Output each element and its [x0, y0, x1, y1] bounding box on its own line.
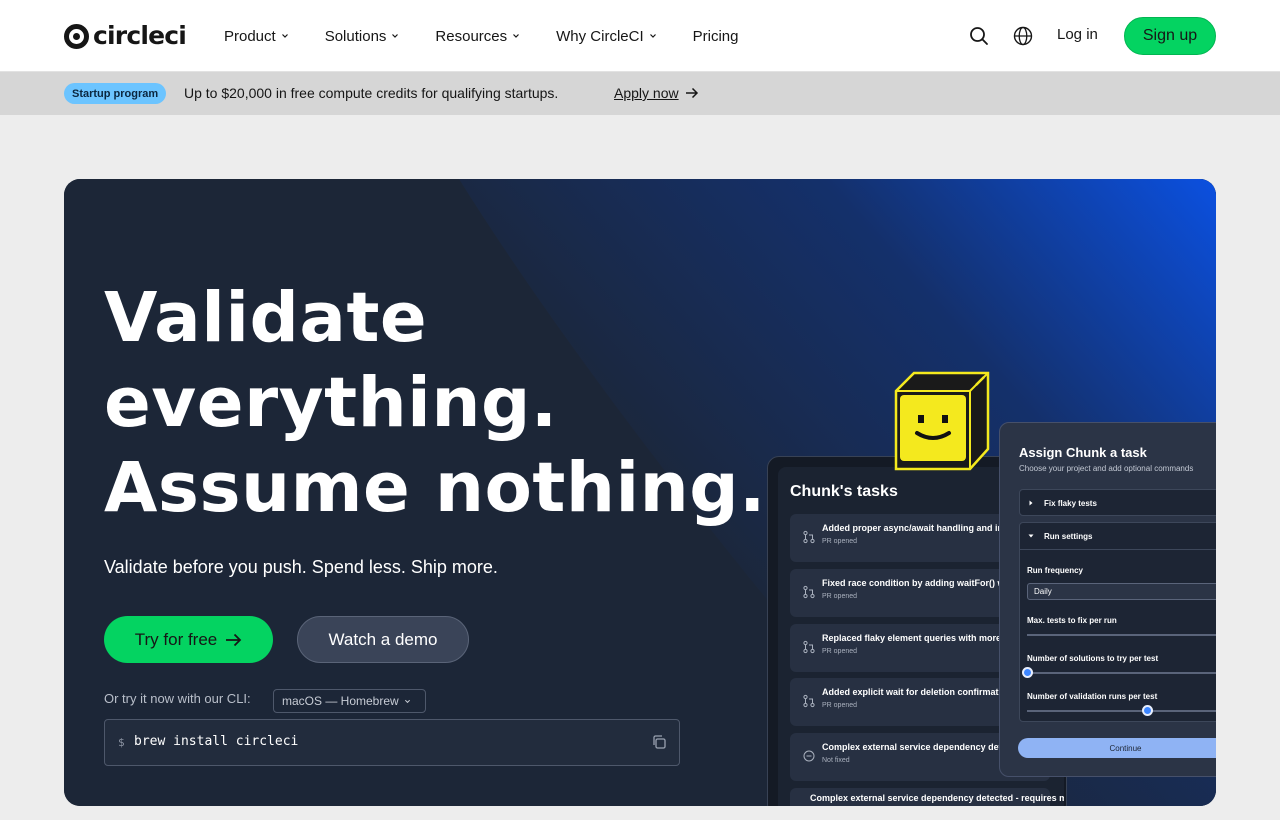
task-title: Complex external service dependency dete [822, 742, 1007, 752]
section-label: Fix flaky tests [1044, 499, 1097, 508]
caret-right-icon [1029, 500, 1033, 506]
headline-line: everything. [104, 363, 558, 443]
arrow-right-icon [685, 87, 698, 99]
cli-command-box: $ brew install circleci [104, 719, 680, 766]
hero-headline: Validate everything. Assume nothing. [104, 276, 766, 531]
search-icon[interactable] [968, 25, 990, 47]
task-title: Replaced flaky element queries with more… [822, 633, 1008, 643]
cli-platform-select[interactable]: macOS — Homebrew [273, 689, 426, 713]
continue-button[interactable]: Continue [1018, 738, 1216, 758]
menu-item-why-circleci[interactable]: Why CircleCI [556, 26, 657, 46]
hero-subheadline: Validate before you push. Spend less. Sh… [104, 557, 498, 577]
max-tests-slider[interactable] [1027, 634, 1216, 636]
pull-request-icon [803, 640, 815, 654]
chevron-down-icon [649, 34, 656, 38]
chevron-down-icon [404, 699, 410, 703]
validation-slider[interactable] [1027, 710, 1216, 712]
task-status: PR opened [822, 702, 858, 709]
globe-icon[interactable] [1012, 25, 1034, 47]
run-settings-divider [1020, 549, 1216, 550]
menu-item-label: Product [224, 27, 276, 45]
cli-platform-value: macOS — Homebrew [282, 694, 399, 708]
chevron-down-icon [392, 34, 399, 38]
banner-text: Up to $20,000 in free compute credits fo… [184, 85, 559, 101]
menu-item-label: Pricing [692, 27, 739, 45]
task-status: Not fixed [822, 757, 850, 764]
task-status: PR opened [822, 593, 858, 600]
logo-text: circleci [93, 21, 187, 50]
startup-banner: Startup program Up to $20,000 in free co… [0, 72, 1280, 115]
top-nav: circleci Product Solutions Resources Why… [0, 0, 1280, 72]
cli-command: brew install circleci [134, 734, 299, 749]
validation-label: Number of validation runs per test [1027, 692, 1158, 701]
assign-task-panel: Assign Chunk a task Choose your project … [999, 422, 1216, 777]
task-title: Complex external service dependency dete… [810, 793, 1064, 803]
pull-request-icon [803, 530, 815, 544]
run-frequency-input[interactable]: Daily [1027, 583, 1216, 600]
chunk-mascot-icon [894, 371, 990, 471]
tasks-title: Chunk's tasks [790, 483, 898, 500]
menu-item-pricing[interactable]: Pricing [693, 26, 739, 46]
menu-item-label: Why CircleCI [556, 27, 644, 45]
watch-demo-button[interactable]: Watch a demo [297, 616, 469, 663]
main-menu: Product Solutions Resources Why CircleCI… [224, 26, 775, 46]
run-frequency-label: Run frequency [1027, 566, 1084, 575]
task-status: PR opened [822, 648, 858, 655]
menu-item-label: Resources [435, 27, 508, 45]
task-title: Added proper async/await handling and in… [822, 523, 1009, 533]
max-tests-label: Max. tests to fix per run [1027, 616, 1117, 625]
headline-line: Validate [104, 278, 428, 358]
startup-program-badge: Startup program [64, 83, 167, 104]
fix-flaky-tests-section[interactable]: Fix flaky tests [1019, 489, 1216, 516]
headline-line: Assume nothing. [104, 448, 766, 528]
circleci-logo[interactable]: circleci [64, 21, 187, 50]
chevron-down-icon [281, 34, 288, 38]
chevron-down-icon [513, 34, 520, 38]
task-status: PR opened [822, 538, 858, 545]
menu-item-label: Solutions [324, 27, 387, 45]
arrow-right-icon [226, 633, 242, 646]
apply-now-link[interactable]: Apply now [614, 85, 699, 101]
assign-title: Assign Chunk a task [1019, 445, 1147, 460]
menu-item-resources[interactable]: Resources [435, 26, 520, 46]
task-title: Fixed race condition by adding waitFor()… [822, 578, 1009, 588]
cli-prompt: $ [118, 736, 125, 749]
try-for-free-button[interactable]: Try for free [104, 616, 273, 663]
task-item[interactable]: Complex external service dependency dete… [790, 788, 1064, 806]
pull-request-icon [803, 694, 815, 708]
solutions-slider-knob[interactable] [1022, 667, 1033, 678]
menu-item-solutions[interactable]: Solutions [325, 26, 400, 46]
apply-now-label: Apply now [614, 85, 679, 101]
section-label: Run settings [1044, 532, 1093, 541]
assign-subtitle: Choose your project and add optional com… [1019, 464, 1194, 473]
login-link[interactable]: Log in [1057, 26, 1098, 43]
solutions-slider[interactable] [1027, 672, 1216, 674]
validation-slider-knob[interactable] [1142, 705, 1153, 716]
caret-down-icon [1028, 534, 1034, 538]
menu-item-product[interactable]: Product [224, 26, 289, 46]
pull-request-icon [803, 585, 815, 599]
not-fixed-icon [803, 750, 815, 762]
copy-icon[interactable] [651, 734, 667, 750]
try-for-free-label: Try for free [134, 629, 218, 649]
cli-label: Or try it now with our CLI: [104, 691, 251, 706]
circleci-logo-mark-icon [64, 23, 89, 49]
hero-section: Validate everything. Assume nothing. Val… [64, 179, 1216, 806]
solutions-label: Number of solutions to try per test [1027, 654, 1159, 663]
task-title: Added explicit wait for deletion confirm… [822, 687, 1007, 697]
signup-button[interactable]: Sign up [1124, 17, 1216, 55]
